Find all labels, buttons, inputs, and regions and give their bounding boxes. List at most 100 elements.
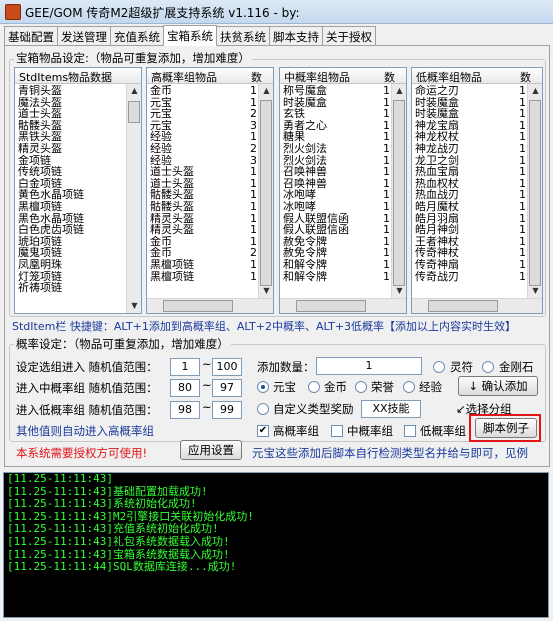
list-item[interactable]: 元宝 3 (150, 120, 257, 132)
list-item[interactable]: 黑檀项链 1 (150, 271, 257, 283)
list-item[interactable]: 热血战刃 1 (415, 189, 526, 201)
check-low-group[interactable] (404, 425, 416, 437)
scroll-up-icon[interactable]: ▲ (128, 84, 141, 98)
list-item[interactable]: 白色虎齿项链 (18, 224, 125, 236)
tab-send-manage[interactable]: 发送管理 (57, 26, 111, 45)
list-item[interactable]: 烈火剑法 1 (283, 143, 390, 155)
list-item[interactable]: 经验 3 (150, 155, 257, 167)
list-item[interactable]: 骷髅头盔 1 (150, 189, 257, 201)
list-item[interactable]: 元宝 1 (150, 97, 257, 109)
list-item[interactable]: 时装魔盒 1 (415, 97, 526, 109)
scroll-up-icon[interactable]: ▲ (529, 84, 542, 98)
list-item[interactable]: 黑色水晶项链 (18, 213, 125, 225)
list-item[interactable]: 冰咆哮 1 (283, 201, 390, 213)
list-item[interactable]: 和解令牌 1 (283, 259, 390, 271)
list-item[interactable]: 金币 2 (150, 247, 257, 259)
list-item[interactable]: 黑檀项链 1 (150, 259, 257, 271)
list-item[interactable]: 和解令牌 1 (283, 271, 390, 283)
mid-hscroll[interactable] (280, 298, 406, 313)
list-item[interactable]: 金币 1 (150, 236, 257, 248)
scroll-down-icon[interactable]: ▼ (260, 284, 273, 298)
mid-range-from[interactable]: 80 (170, 379, 200, 397)
list-item[interactable]: 传奇战刃 1 (415, 271, 526, 283)
check-mid-group[interactable] (331, 425, 343, 437)
list-item[interactable]: 元宝 2 (150, 108, 257, 120)
custom-reward-input[interactable]: XX技能 (361, 400, 421, 418)
list-item[interactable]: 道士头盔 (18, 108, 125, 120)
hscroll-thumb[interactable] (163, 300, 233, 312)
radio-yuanbao[interactable] (257, 381, 269, 393)
scroll-down-icon[interactable]: ▼ (128, 299, 141, 313)
list-item[interactable]: 称号魔盒 1 (283, 85, 390, 97)
low-range-from[interactable]: 98 (170, 401, 200, 419)
list-item[interactable]: 糖果 1 (283, 131, 390, 143)
list-item[interactable]: 热血宝扇 1 (415, 166, 526, 178)
scroll-thumb[interactable] (393, 100, 405, 286)
scroll-up-icon[interactable]: ▲ (393, 84, 406, 98)
list-item[interactable]: 时装魔盒 1 (415, 108, 526, 120)
list-item[interactable]: 传奇神杖 1 (415, 247, 526, 259)
list-item[interactable]: 经验 2 (150, 143, 257, 155)
mid-prob-header[interactable]: 中概率组物品 数 (280, 68, 406, 84)
list-item[interactable]: 黄色水晶项链 (18, 189, 125, 201)
quantity-input[interactable]: 1 (316, 357, 422, 375)
check-low-label[interactable]: 低概率组 (420, 423, 466, 439)
scroll-thumb[interactable] (128, 101, 140, 123)
list-item[interactable]: 神龙战刃 1 (415, 143, 526, 155)
list-item[interactable]: 王者神杖 1 (415, 236, 526, 248)
stditems-header[interactable]: StdItems物品数据 (15, 68, 141, 84)
list-item[interactable]: 金币 1 (150, 85, 257, 97)
list-item[interactable]: 召唤神兽 1 (283, 166, 390, 178)
list-item[interactable]: 冰咆哮 1 (283, 189, 390, 201)
low-vscroll[interactable]: ▲ ▼ (527, 84, 542, 298)
list-item[interactable]: 召唤神兽 1 (283, 178, 390, 190)
tab-basic-config[interactable]: 基础配置 (4, 26, 58, 45)
list-item[interactable]: 骷髅头盔 (18, 120, 125, 132)
list-item[interactable]: 勇者之心 1 (283, 120, 390, 132)
list-item[interactable]: 神龙权杖 1 (415, 131, 526, 143)
check-high-label[interactable]: 高概率组 (273, 423, 319, 439)
hscroll-thumb[interactable] (296, 300, 366, 312)
list-item[interactable]: 赦免令牌 1 (283, 236, 390, 248)
tab-script[interactable]: 脚本支持 (269, 26, 323, 45)
list-item[interactable]: 烈火剑法 1 (283, 155, 390, 167)
list-item[interactable]: 皓月魔杖 1 (415, 201, 526, 213)
high-vscroll[interactable]: ▲ ▼ (258, 84, 273, 298)
radio-jinbi-label[interactable]: 金币 (324, 379, 347, 395)
scroll-down-icon[interactable]: ▼ (529, 284, 542, 298)
list-item[interactable]: 赦免令牌 1 (283, 247, 390, 259)
scroll-thumb[interactable] (260, 100, 272, 286)
mid-vscroll[interactable]: ▲ ▼ (391, 84, 406, 298)
list-item[interactable]: 传统项链 (18, 166, 125, 178)
stditems-list[interactable]: StdItems物品数据 青铜头盔 魔法头盔 道士头盔 骷髅头盔 黑铁头盔 精灵头盔 金项链… (14, 67, 142, 314)
list-item[interactable]: 金项链 (18, 155, 125, 167)
tab-about[interactable]: 关于授权 (322, 26, 376, 45)
hscroll-thumb[interactable] (428, 300, 498, 312)
radio-lingfu[interactable] (433, 361, 445, 373)
scroll-thumb[interactable] (529, 100, 541, 286)
radio-jingangshi-label[interactable]: 金刚石 (499, 359, 534, 375)
radio-jinbi[interactable] (308, 381, 320, 393)
high-prob-list[interactable]: 高概率组物品 数 金币 1 元宝 1 元宝 2 元宝 3 经验 1 经验 2 经验 3 道士头盔 1 道士头盔 1… (146, 67, 274, 314)
list-item[interactable]: 假人联盟信函 1 (283, 224, 390, 236)
list-item[interactable]: 道士头盔 1 (150, 178, 257, 190)
list-item[interactable]: 魔法头盔 (18, 97, 125, 109)
high-hscroll[interactable] (147, 298, 273, 313)
radio-jingangshi[interactable] (482, 361, 494, 373)
list-item[interactable]: 传奇神扇 1 (415, 259, 526, 271)
radio-rongyu[interactable] (355, 381, 367, 393)
list-item[interactable]: 白金项链 (18, 178, 125, 190)
high-prob-header[interactable]: 高概率组物品 数 (147, 68, 273, 84)
list-item[interactable]: 灯笼项链 (18, 271, 125, 283)
low-range-to[interactable]: 99 (212, 401, 242, 419)
list-item[interactable]: 道士头盔 1 (150, 166, 257, 178)
list-item[interactable]: 经验 1 (150, 131, 257, 143)
stditems-vscroll[interactable]: ▲ ▼ (126, 84, 141, 313)
check-mid-label[interactable]: 中概率组 (347, 423, 393, 439)
list-item[interactable]: 玄铁 1 (283, 108, 390, 120)
low-hscroll[interactable] (412, 298, 542, 313)
radio-custom-label[interactable]: 自定义类型奖励 (273, 401, 354, 417)
low-prob-header[interactable]: 低概率组物品 数 (412, 68, 542, 84)
apply-settings-button[interactable]: 应用设置 (180, 440, 242, 460)
tab-chest[interactable]: 宝箱系统 (163, 25, 217, 46)
